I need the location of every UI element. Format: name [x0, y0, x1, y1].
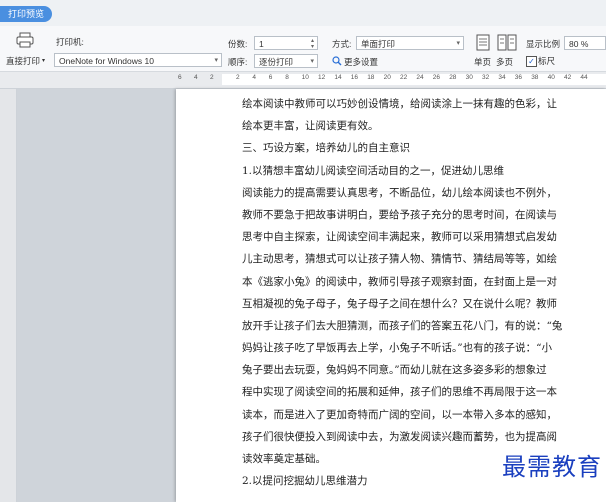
- ruler-tick-label: 6: [268, 74, 273, 81]
- document-line: 本《逃家小兔》的阅读中，教师引导孩子观察封面，在封面上是一对: [242, 275, 557, 288]
- document-page: 绘本阅读中教师可以巧妙创设情境，给阅读涂上一抹有趣的色彩，让 绘本更丰富，让阅读更…: [176, 89, 606, 502]
- document-line: 1.以猜想丰富幼儿阅读空间活动目的之一，促进幼儿思维: [242, 164, 505, 177]
- ruler-tick-label: 26: [432, 74, 441, 81]
- ruler-tick-label: 24: [416, 74, 424, 81]
- ruler-tick-label: 38: [531, 74, 539, 81]
- order-select[interactable]: 逐份打印 ▾: [254, 54, 318, 68]
- ruler-tick-label: 28: [449, 74, 457, 81]
- ruler-tick-label: 14: [334, 74, 342, 81]
- settings-icon[interactable]: [332, 56, 342, 66]
- document-line: 绘本更丰富，让阅读更有效。: [242, 120, 379, 133]
- ruler-tick-label: 4: [252, 74, 257, 81]
- zoom-value: 80 %: [569, 39, 589, 49]
- single-page-icon[interactable]: [476, 34, 490, 51]
- direct-print-button[interactable]: 直接打印: [6, 55, 40, 67]
- document-line: 妈妈让孩子吃了早饭再去上学，小兔子不听话。”也有的孩子说：“小: [242, 342, 552, 355]
- ruler-tick-label: 42: [564, 74, 572, 81]
- printer-icon[interactable]: [16, 32, 34, 48]
- document-line: 绘本阅读中教师可以巧妙创设情境，给阅读涂上一抹有趣的色彩，让: [242, 98, 557, 110]
- zoom-label: 显示比例: [526, 39, 561, 49]
- printer-label: 打印机:: [56, 37, 84, 47]
- document-line: 阅读能力的提高需要认真思考，不断品位，幼儿绘本阅读也不例外，: [242, 186, 557, 199]
- ruler-tick-label: 40: [547, 74, 555, 81]
- vertical-ruler: [0, 89, 17, 502]
- ruler-tick-label: 10: [301, 74, 309, 81]
- stepper-icon[interactable]: ▴ ▾: [311, 38, 314, 50]
- document-line: 思考中自主探索，让阅读空间丰满起来，教师可以采用猜想式启发幼: [242, 231, 557, 244]
- printer-select[interactable]: OneNote for Windows 10 ▾: [54, 53, 222, 67]
- ruler-tick-label: 12: [318, 74, 326, 81]
- direct-print-dropdown-icon[interactable]: ▾: [42, 55, 45, 67]
- print-toolbar: 直接打印 ▾ 打印机: OneNote for Windows 10 ▾ 份数:…: [0, 26, 606, 72]
- document-body: 绘本阅读中教师可以巧妙创设情境，给阅读涂上一抹有趣的色彩，让 绘本更丰富，让阅读更…: [242, 93, 564, 492]
- horizontal-ruler: 6 4 2 2 4 6 8 10 12 14 16 18 20 22 24 26 28 30 32 34 36 38 40 4…: [0, 72, 606, 89]
- ruler-tick-label: 36: [514, 74, 523, 81]
- ruler-tick-label: 2: [236, 74, 240, 81]
- document-line: 程中实现了阅读空间的拓展和延伸，孩子们的思维不再局限于这一本: [242, 386, 557, 399]
- ruler-tick-label: 32: [482, 74, 490, 81]
- ruler-tick-label: 44: [580, 74, 588, 81]
- mode-value: 单面打印: [361, 39, 396, 49]
- single-page-button[interactable]: 单页: [474, 56, 491, 68]
- ruler-tick-label: 30: [465, 74, 473, 81]
- copies-input[interactable]: 1 ▴ ▾: [254, 36, 318, 50]
- watermark-logo: 最需教育: [502, 453, 602, 481]
- multi-page-icon[interactable]: [497, 34, 517, 51]
- printer-value: OneNote for Windows 10: [59, 56, 154, 66]
- document-line: 放开手让孩子们去大胆猜测，而孩子们的答案五花八门，有的说：“兔: [242, 319, 563, 332]
- document-line: 兔子要出去玩耍，兔妈妈不同意。”而幼儿就在这多姿多彩的想象过: [242, 364, 547, 377]
- ruler-tick-label: 34: [498, 74, 506, 81]
- document-line: 读本，而是进入了更加奇特而广阔的空间，以一本带入多本的感知，: [242, 408, 557, 421]
- ruler-checkbox-label[interactable]: 标尺: [538, 55, 555, 67]
- copies-value: 1: [259, 39, 264, 49]
- ruler-tick-label: 16: [350, 74, 359, 81]
- chevron-down-icon: ▾: [214, 57, 218, 64]
- ruler-tick-label: 18: [367, 74, 375, 81]
- document-line: 孩子们很快便投入到阅读中去，为激发阅读兴趣而蓄势，也为提高阅: [242, 430, 557, 443]
- mode-label: 方式:: [332, 39, 352, 49]
- copies-label: 份数:: [228, 39, 248, 49]
- document-line: 互相凝视的兔子母子，兔子母子之间在想什么？又在说什么呢？教师: [242, 297, 557, 310]
- ruler-tick-label: 22: [400, 74, 408, 81]
- document-line: 教师不要急于把故事讲明白，要给予孩子充分的思考时间，在阅读与: [242, 208, 557, 221]
- ruler-tick-label: 6: [178, 74, 182, 81]
- more-settings-button[interactable]: 更多设置: [344, 56, 378, 68]
- multi-page-button[interactable]: 多页: [496, 56, 513, 68]
- order-label: 顺序:: [228, 57, 248, 67]
- tab-print-preview[interactable]: 打印预览: [0, 6, 53, 22]
- chevron-down-icon: ▾: [456, 40, 460, 47]
- ruler-tick-label: 2: [210, 74, 214, 81]
- order-value: 逐份打印: [259, 57, 294, 67]
- document-line: 三、巧设方案，培养幼儿的自主意识: [242, 142, 410, 155]
- chevron-down-icon: ▾: [310, 58, 314, 65]
- ruler-tick-label: 8: [285, 74, 289, 81]
- document-line: 儿主动思考，猜想式可以让孩子猜人物、猜情节、猜结局等等，如绘: [242, 253, 557, 266]
- zoom-select[interactable]: 80 %: [564, 36, 606, 50]
- mode-select[interactable]: 单面打印 ▾: [356, 36, 464, 50]
- title-bar: 打印预览: [0, 0, 606, 26]
- ruler-checkbox[interactable]: ✓: [526, 56, 537, 67]
- ruler-tick-label: 4: [194, 74, 198, 81]
- ruler-tick-label: 20: [383, 74, 391, 81]
